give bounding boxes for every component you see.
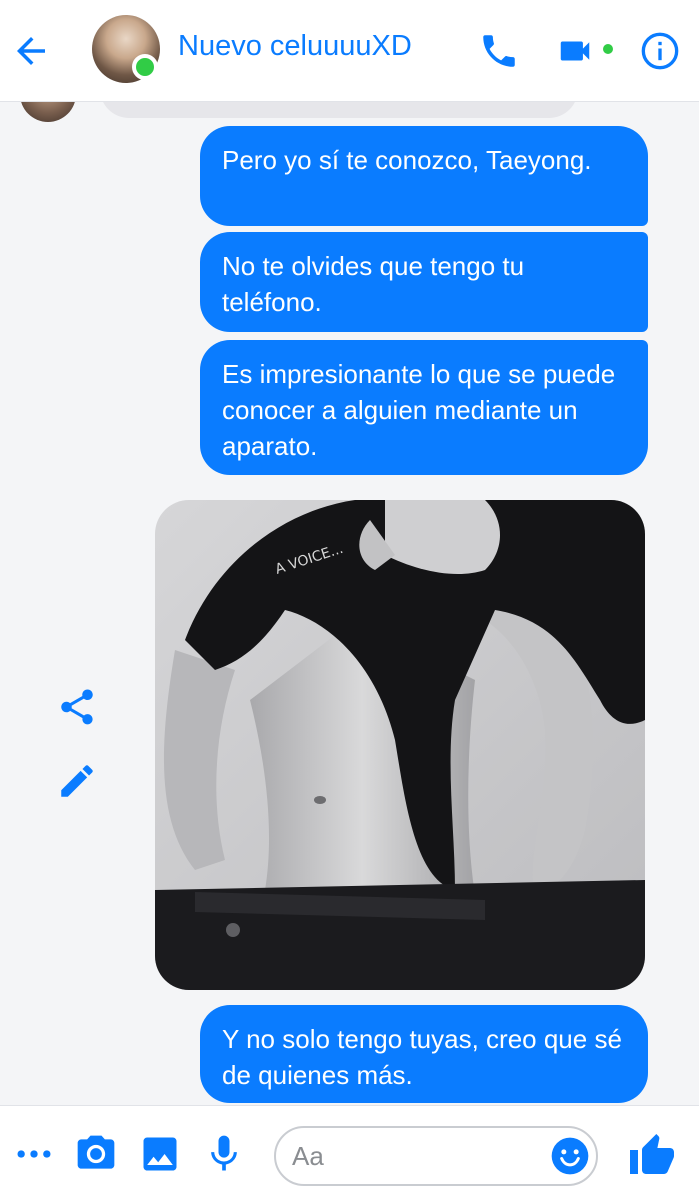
- conversation-header: Nuevo celuuuuXD: [0, 0, 699, 102]
- back-button[interactable]: [10, 30, 52, 72]
- sent-message-bubble[interactable]: Y no solo tengo tuyas, creo que sé de qu…: [200, 1005, 648, 1103]
- info-icon: [641, 32, 679, 70]
- video-online-dot: [603, 44, 613, 54]
- conversation-info-button[interactable]: [640, 31, 680, 71]
- sent-message-bubble[interactable]: Pero yo sí te conozco, Taeyong.: [200, 126, 648, 226]
- emoji-icon: [551, 1137, 589, 1175]
- sent-message-bubble[interactable]: No te olvides que tengo tu teléfono.: [200, 232, 648, 332]
- edit-image-button[interactable]: [56, 760, 98, 802]
- back-arrow-icon: [17, 37, 45, 65]
- emoji-button[interactable]: [550, 1136, 590, 1176]
- like-button[interactable]: [628, 1132, 676, 1180]
- contact-name[interactable]: Nuevo celuuuuXD: [178, 30, 412, 63]
- thumbs-up-icon: [630, 1134, 674, 1174]
- video-camera-icon: [560, 41, 590, 61]
- gallery-button[interactable]: [138, 1132, 182, 1176]
- voice-message-button[interactable]: [202, 1132, 246, 1176]
- share-image-button[interactable]: [56, 686, 98, 728]
- image-icon: [143, 1137, 177, 1171]
- sent-photo[interactable]: A VOICE...: [155, 500, 645, 990]
- more-dots-icon: [17, 1150, 51, 1158]
- photo-illustration: A VOICE...: [155, 500, 645, 990]
- phone-icon: [483, 35, 515, 67]
- video-call-button[interactable]: [555, 32, 595, 70]
- voice-call-button[interactable]: [478, 30, 520, 72]
- share-icon: [61, 689, 93, 725]
- pencil-icon: [61, 765, 93, 797]
- more-actions-button[interactable]: [12, 1132, 56, 1176]
- microphone-icon: [211, 1135, 237, 1171]
- camera-icon: [77, 1135, 115, 1169]
- message-composer: [0, 1105, 699, 1200]
- camera-button[interactable]: [74, 1132, 118, 1176]
- sent-message-bubble[interactable]: Es impresionante lo que se puede conocer…: [200, 340, 648, 475]
- online-status-dot: [132, 54, 158, 80]
